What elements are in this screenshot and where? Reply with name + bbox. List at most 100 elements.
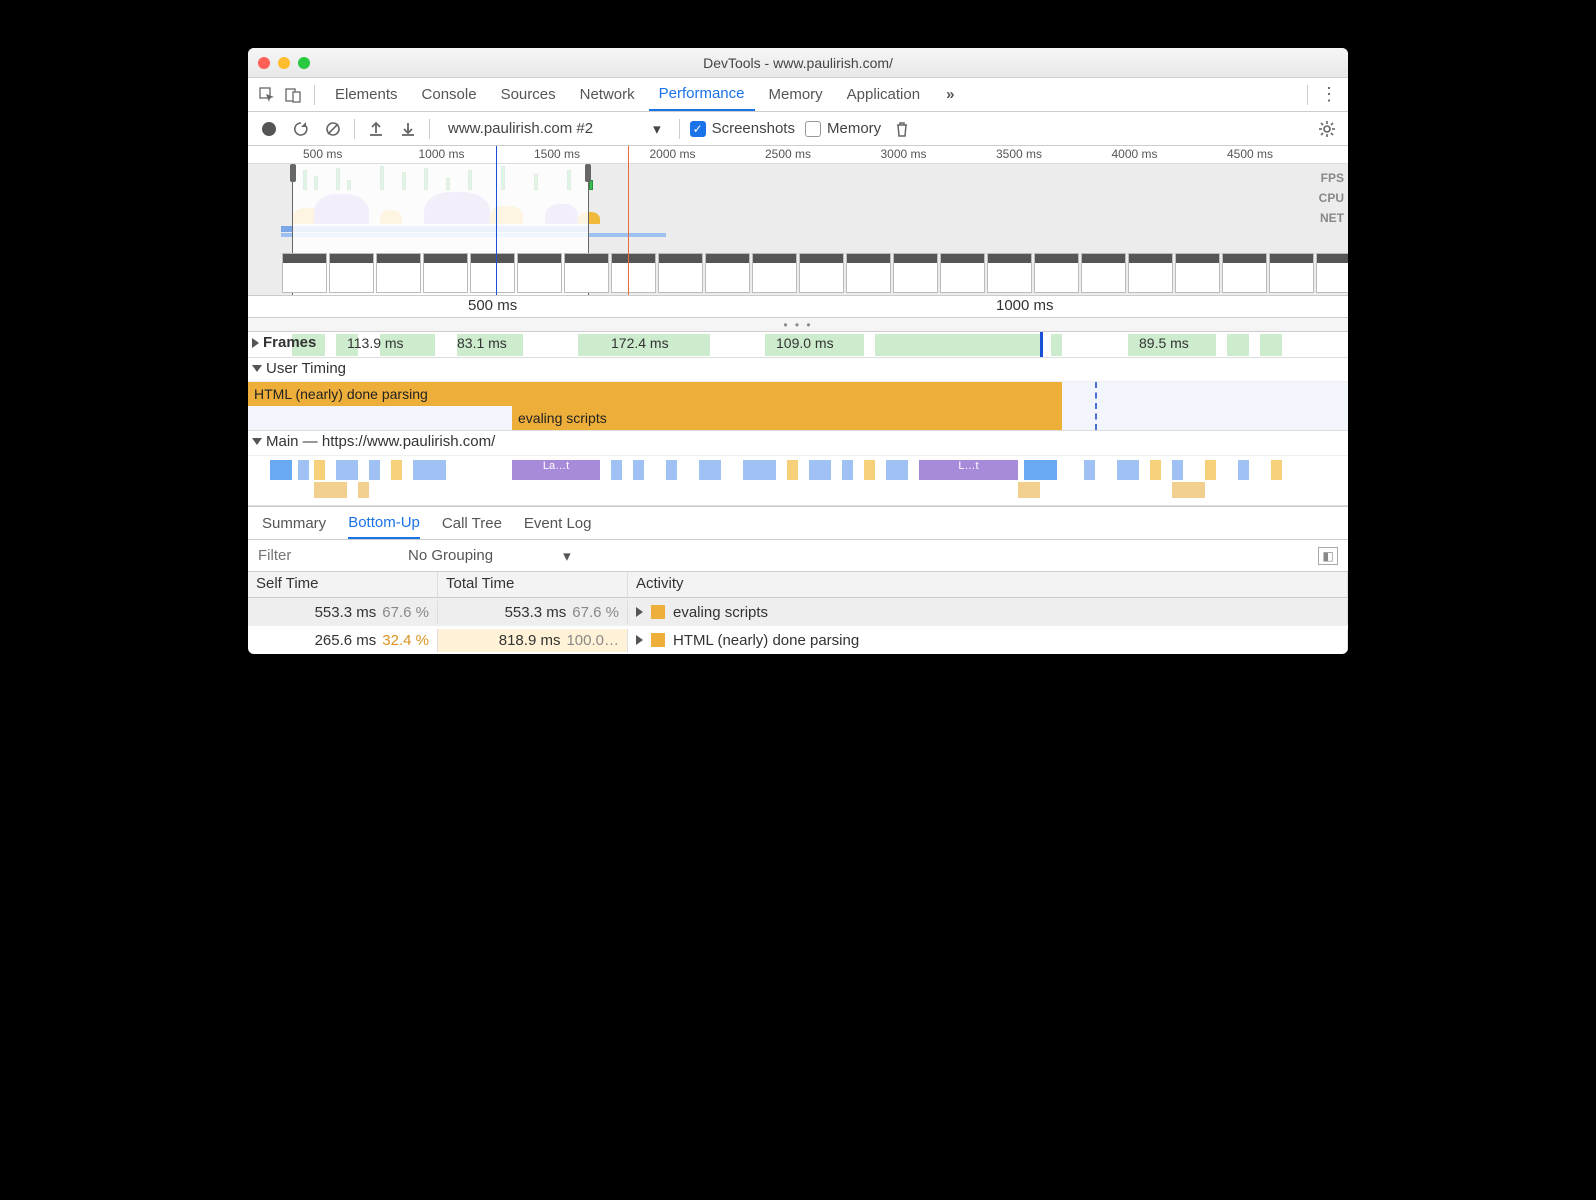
save-profile-button[interactable] — [397, 118, 419, 140]
overview-thumbnail — [846, 253, 891, 293]
details-tab-event-log[interactable]: Event Log — [524, 509, 592, 538]
more-tabs-button[interactable]: » — [936, 78, 964, 111]
main-thread-header[interactable]: Main — https://www.paulirish.com/ — [252, 433, 495, 450]
user-timing-track[interactable]: User Timing HTML (nearly) done parsingev… — [248, 358, 1348, 431]
grouping-value: No Grouping — [408, 547, 493, 564]
tab-sources[interactable]: Sources — [491, 78, 566, 111]
tab-network[interactable]: Network — [570, 78, 645, 111]
overview-thumbnail — [1175, 253, 1220, 293]
chevron-down-icon: ▾ — [653, 120, 661, 138]
overview-thumbnail — [1316, 253, 1348, 293]
overview-thumbnail — [564, 253, 609, 293]
tab-performance[interactable]: Performance — [649, 78, 755, 111]
toggle-sidebar-icon[interactable]: ◧ — [1318, 547, 1338, 565]
window-title: DevTools - www.paulirish.com/ — [248, 55, 1348, 71]
perf-toolbar: www.paulirish.com #2 ▾ Screenshots Memor… — [248, 112, 1348, 146]
details-tab-summary[interactable]: Summary — [262, 509, 326, 538]
frames-track-header[interactable]: Frames — [252, 334, 316, 351]
activity-name: HTML (nearly) done parsing — [673, 632, 859, 649]
activity-swatch-icon — [651, 633, 665, 647]
overview-ruler: 500 ms1000 ms1500 ms2000 ms2500 ms3000 m… — [248, 146, 1348, 164]
overview-tick: 2000 ms — [650, 147, 696, 161]
frame-duration: 172.4 ms — [611, 335, 669, 351]
overview-thumbnail — [1128, 253, 1173, 293]
collapse-icon — [252, 365, 262, 372]
selection-handle-right[interactable] — [585, 164, 591, 182]
frame-block[interactable] — [1260, 334, 1282, 356]
playhead[interactable] — [1040, 332, 1043, 357]
timeline-ruler[interactable]: 500 ms1000 ms — [248, 296, 1348, 318]
frame-duration: 109.0 ms — [776, 335, 834, 351]
record-button[interactable] — [258, 118, 280, 140]
main-thread-track[interactable]: Main — https://www.paulirish.com/ La…t L… — [248, 431, 1348, 506]
filter-bar: No Grouping ▾ ◧ — [248, 540, 1348, 572]
expand-icon[interactable] — [636, 607, 643, 617]
collapsed-tracks-indicator[interactable]: • • • — [248, 318, 1348, 332]
memory-checkbox[interactable]: Memory — [805, 120, 881, 137]
selection-handle-left[interactable] — [290, 164, 296, 182]
overview-pane[interactable]: 500 ms1000 ms1500 ms2000 ms2500 ms3000 m… — [248, 146, 1348, 296]
overview-thumbnail — [1222, 253, 1267, 293]
overview-thumbnail — [376, 253, 421, 293]
tab-console[interactable]: Console — [412, 78, 487, 111]
trash-icon[interactable] — [891, 118, 913, 140]
grouping-select[interactable]: No Grouping ▾ — [408, 547, 571, 565]
overview-thumbnail — [987, 253, 1032, 293]
checkbox-icon — [690, 121, 706, 137]
overview-marker — [496, 146, 497, 295]
panel-tabs: ElementsConsoleSourcesNetworkPerformance… — [248, 78, 1348, 112]
frame-duration: 113.9 ms — [347, 335, 404, 351]
overview-tick: 3000 ms — [881, 147, 927, 161]
recording-select[interactable]: www.paulirish.com #2 ▾ — [440, 120, 669, 138]
expand-icon[interactable] — [636, 635, 643, 645]
frames-track[interactable]: Frames 113.9 ms83.1 ms172.4 ms109.0 ms89… — [248, 332, 1348, 358]
overview-thumbnail — [423, 253, 468, 293]
overview-tick: 3500 ms — [996, 147, 1042, 161]
user-timing-header[interactable]: User Timing — [252, 360, 346, 377]
overview-tick: 1500 ms — [534, 147, 580, 161]
overview-thumbnails — [248, 251, 1348, 295]
tab-memory[interactable]: Memory — [759, 78, 833, 111]
timeline-tick: 1000 ms — [996, 297, 1054, 314]
filter-input[interactable] — [258, 547, 388, 564]
table-header: Self Time Total Time Activity — [248, 572, 1348, 598]
load-profile-button[interactable] — [365, 118, 387, 140]
tab-elements[interactable]: Elements — [325, 78, 408, 111]
overview-tick: 500 ms — [303, 147, 342, 161]
device-icon[interactable] — [282, 84, 304, 106]
kebab-menu-icon[interactable]: ⋮ — [1318, 84, 1340, 106]
overview-thumbnail — [329, 253, 374, 293]
gear-icon[interactable] — [1316, 118, 1338, 140]
details-tab-bottom-up[interactable]: Bottom-Up — [348, 508, 420, 539]
collapse-icon — [252, 438, 262, 445]
frame-block[interactable] — [1051, 334, 1062, 356]
frame-block[interactable] — [875, 334, 1040, 356]
user-timing-bar[interactable]: HTML (nearly) done parsing — [248, 382, 1062, 406]
tab-application[interactable]: Application — [837, 78, 930, 111]
user-timing-bar[interactable]: evaling scripts — [512, 406, 1062, 430]
flame-chart[interactable]: La…t L…t — [248, 455, 1348, 505]
details-tab-call-tree[interactable]: Call Tree — [442, 509, 502, 538]
col-self-time[interactable]: Self Time — [248, 572, 438, 597]
frame-duration: 89.5 ms — [1139, 335, 1189, 351]
overview-tick: 4000 ms — [1112, 147, 1158, 161]
main-thread-label: Main — https://www.paulirish.com/ — [266, 433, 495, 450]
details-tabs: Summary Bottom-Up Call Tree Event Log — [248, 506, 1348, 540]
frame-block[interactable] — [1227, 334, 1249, 356]
devtools-window: DevTools - www.paulirish.com/ ElementsCo… — [248, 48, 1348, 654]
reload-button[interactable] — [290, 118, 312, 140]
col-activity[interactable]: Activity — [628, 572, 1348, 597]
table-row[interactable]: 265.6 ms32.4 %818.9 ms100.0…HTML (nearly… — [248, 626, 1348, 654]
inspect-icon[interactable] — [256, 84, 278, 106]
col-total-time[interactable]: Total Time — [438, 572, 628, 597]
clear-button[interactable] — [322, 118, 344, 140]
user-timing-label: User Timing — [266, 360, 346, 377]
overview-thumbnail — [752, 253, 797, 293]
overview-thumbnail — [1081, 253, 1126, 293]
screenshots-checkbox[interactable]: Screenshots — [690, 120, 795, 137]
overview-tick: 2500 ms — [765, 147, 811, 161]
chevron-down-icon: ▾ — [563, 547, 571, 565]
overview-thumbnail — [611, 253, 656, 293]
frames-label: Frames — [263, 334, 316, 351]
table-row[interactable]: 553.3 ms67.6 %553.3 ms67.6 %evaling scri… — [248, 598, 1348, 626]
